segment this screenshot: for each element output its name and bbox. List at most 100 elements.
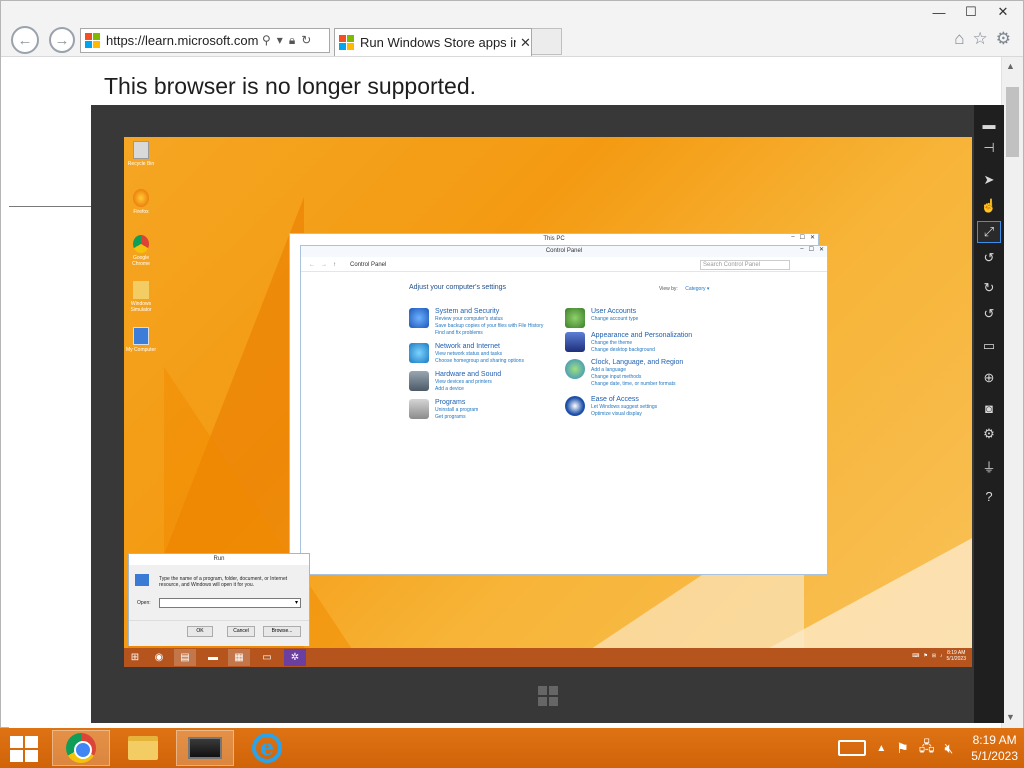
tab-title: Run Windows Store apps in... <box>360 35 516 50</box>
tab-active[interactable]: Run Windows Store apps in... ✕ <box>334 28 532 56</box>
rotate-counterclockwise-icon[interactable]: ↺ <box>977 303 1001 325</box>
guest-keyboard-icon[interactable]: ⌨ <box>912 653 919 659</box>
network-globe-icon <box>409 343 429 363</box>
guest-network-icon[interactable]: ⊞ <box>932 653 936 659</box>
view-by-dropdown[interactable]: Category ▾ <box>685 286 709 292</box>
action-center-flag-icon[interactable]: ⚑ <box>896 740 909 757</box>
windows-start-icon[interactable] <box>8 734 38 762</box>
minimize-icon[interactable]: ▬ <box>977 113 1001 135</box>
refresh-icon[interactable]: ↻ <box>301 33 311 48</box>
minimize-icon[interactable]: – <box>800 246 803 253</box>
maximize-icon[interactable]: ☐ <box>800 234 805 241</box>
touch-keyboard-icon[interactable] <box>838 740 867 756</box>
touch-mode-icon[interactable]: ☝ <box>977 195 1001 217</box>
close-icon[interactable]: ✕ <box>810 234 815 241</box>
dropdown-icon[interactable]: ▾ <box>277 33 283 48</box>
forward-icon[interactable]: → <box>49 27 75 53</box>
guest-taskbar: ⊞ ◉ ▤ ▬ ▦ ▭ ✲ ⌨ ⚑ ⊞ ♪ 8:19 AM 5/1/2023 <box>124 648 972 667</box>
pinch-zoom-icon[interactable]: ⤢ <box>977 221 1001 243</box>
guest-clock-date[interactable]: 5/1/2023 <box>947 656 966 662</box>
home-icon[interactable]: ⌂ <box>954 29 964 49</box>
appearance-icon <box>565 332 585 352</box>
maximize-icon[interactable]: ☐ <box>809 246 814 253</box>
open-input[interactable]: ▾ <box>159 598 301 608</box>
category-programs[interactable]: Programs Uninstall a program Get program… <box>409 399 478 421</box>
run-dialog-title: Run <box>129 554 309 565</box>
rotation-touch-icon[interactable]: ↺ <box>977 247 1001 269</box>
show-hidden-icons-icon[interactable]: ▲ <box>876 743 886 754</box>
chrome-icon[interactable]: Google Chrome <box>126 235 156 267</box>
address-bar[interactable]: https://learn.microsoft.com/ ⚲ ▾ 🔒︎ ↻ <box>80 28 330 53</box>
settings-icon[interactable]: ⚙ <box>977 423 1001 445</box>
scroll-down-icon[interactable]: ▼ <box>1006 712 1015 722</box>
printer-icon <box>409 371 429 391</box>
settings-gear-icon[interactable]: ⚙ <box>996 29 1011 49</box>
system-clock[interactable]: 8:19 AM 5/1/2023 <box>971 732 1018 764</box>
run-dialog[interactable]: Run Type the name of a program, folder, … <box>128 553 310 646</box>
guest-cmd-icon[interactable]: ▬ <box>202 649 224 666</box>
recycle-bin-icon[interactable]: Recycle Bin <box>126 141 156 167</box>
vertical-scrollbar[interactable]: ▲ ▼ <box>1001 57 1023 729</box>
category-hardware-sound[interactable]: Hardware and Sound View devices and prin… <box>409 371 501 393</box>
category-appearance[interactable]: Appearance and Personalization Change th… <box>565 332 692 354</box>
guest-folder-icon[interactable]: ▭ <box>256 649 278 666</box>
minimize-icon[interactable]: – <box>791 234 794 241</box>
mouse-mode-icon[interactable]: ➤ <box>977 169 1001 191</box>
location-icon[interactable]: ⊕ <box>977 367 1001 389</box>
network-icon[interactable]: 🖧︎ <box>919 736 935 760</box>
guest-volume-icon[interactable]: ♪ <box>940 653 943 659</box>
windows-home-button[interactable] <box>536 684 560 708</box>
close-button[interactable]: ✕ <box>987 1 1019 23</box>
pin-icon[interactable]: ⊣ <box>977 137 1001 159</box>
simulator-icon[interactable]: Windows Simulator <box>126 281 156 313</box>
up-icon[interactable]: ↑ <box>333 262 336 268</box>
guest-explorer-icon[interactable]: ▤ <box>174 649 196 666</box>
search-icon[interactable]: ⚲ <box>262 33 271 48</box>
guest-chrome-icon[interactable]: ◉ <box>148 649 170 666</box>
resolution-icon[interactable]: ▭ <box>977 335 1001 357</box>
guest-control-panel-icon[interactable]: ▦ <box>228 649 250 666</box>
guest-flag-icon[interactable]: ⚑ <box>923 653 927 659</box>
maximize-button[interactable]: ☐ <box>955 1 987 23</box>
firefox-icon[interactable]: Firefox <box>126 189 156 215</box>
network-icon[interactable]: ⏚ <box>977 455 1001 477</box>
screenshot-icon[interactable]: ◙ <box>977 397 1001 419</box>
new-tab-button[interactable] <box>532 28 562 55</box>
taskbar-simulator[interactable] <box>176 730 234 766</box>
clock-time: 8:19 AM <box>972 733 1017 747</box>
favorites-star-icon[interactable]: ☆ <box>973 29 988 49</box>
category-network-internet[interactable]: Network and Internet View network status… <box>409 343 524 365</box>
scroll-thumb[interactable] <box>1006 87 1019 157</box>
help-icon[interactable]: ? <box>977 485 1001 507</box>
rotate-clockwise-icon[interactable]: ↻ <box>977 277 1001 299</box>
guest-settings-icon[interactable]: ✲ <box>284 649 306 666</box>
minimize-button[interactable]: — <box>923 1 955 23</box>
taskbar-internet-explorer[interactable]: e <box>238 730 296 766</box>
ok-button[interactable]: OK <box>187 626 213 637</box>
shield-icon <box>409 308 429 328</box>
window-controls: — ☐ ✕ <box>923 1 1019 23</box>
breadcrumb[interactable]: Control Panel <box>350 262 690 268</box>
taskbar-chrome[interactable] <box>52 730 110 766</box>
guest-start-icon[interactable]: ⊞ <box>124 649 146 666</box>
address-text[interactable]: https://learn.microsoft.com/ <box>106 33 258 48</box>
category-ease-of-access[interactable]: Ease of Access Let Windows suggest setti… <box>565 396 657 418</box>
search-input[interactable]: Search Control Panel <box>700 259 790 270</box>
computer-icon[interactable]: My Computer <box>126 327 156 353</box>
browse-button[interactable]: Browse... <box>263 626 301 637</box>
back-icon[interactable]: ← <box>11 26 39 54</box>
close-icon[interactable]: ✕ <box>819 246 824 253</box>
volume-muted-icon[interactable]: 🔇︎ <box>944 740 953 757</box>
tab-close-icon[interactable]: ✕ <box>520 35 531 51</box>
taskbar-file-explorer[interactable] <box>114 730 172 766</box>
lock-icon[interactable]: 🔒︎ <box>289 33 295 48</box>
category-user-accounts[interactable]: User Accounts Change account type <box>565 308 638 328</box>
cancel-button[interactable]: Cancel <box>227 626 255 637</box>
scroll-up-icon[interactable]: ▲ <box>1006 61 1015 71</box>
control-panel-window[interactable]: Control Panel – ☐ ✕ ← → ↑ Control Panel Se… <box>300 245 828 575</box>
users-icon <box>565 308 585 328</box>
category-system-security[interactable]: System and Security Review your computer… <box>409 308 543 337</box>
category-clock-language[interactable]: Clock, Language, and Region Add a langua… <box>565 359 683 388</box>
forward-icon[interactable]: → <box>321 262 327 268</box>
back-icon[interactable]: ← <box>309 262 315 268</box>
